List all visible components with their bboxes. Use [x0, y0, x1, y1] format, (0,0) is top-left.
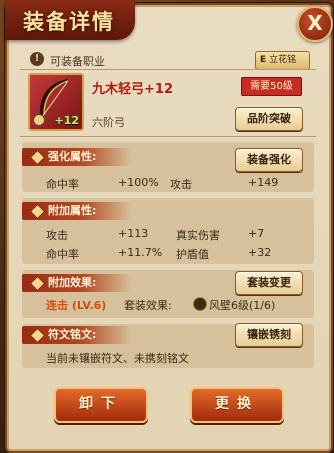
diamond-icon — [29, 149, 46, 166]
stat-value: +11.7% — [118, 246, 163, 259]
page-title: 装备详情 — [23, 9, 115, 34]
exclamation-icon: ! — [30, 52, 44, 66]
equip-strengthen-button[interactable]: 装备强化 — [235, 148, 303, 172]
tier-breakthrough-button[interactable]: 品阶突破 — [235, 107, 303, 131]
item-name: 九木轻弓+12 — [92, 82, 173, 97]
effect-name: 连击 (LV.6) — [46, 299, 107, 312]
item-tier: 六阶弓 — [92, 116, 125, 129]
lock-icon — [33, 114, 45, 126]
stat-name: 命中率 — [46, 178, 79, 191]
close-button[interactable]: X — [297, 6, 333, 42]
runes-description: 当前未镶嵌符文、未携刻铭文 — [46, 352, 189, 365]
level-requirement: 需要50级 — [241, 77, 302, 96]
class-grade: E — [260, 55, 267, 65]
additional-label: 附加属性: — [22, 202, 132, 220]
stat-value: +100% — [118, 176, 159, 189]
set-effect-name: 风壁6级(1/6) — [209, 299, 276, 312]
stat-name: 真实伤害 — [176, 229, 220, 242]
stat-name: 护盾值 — [176, 248, 209, 261]
item-plus: +12 — [54, 114, 79, 127]
stat-value: +149 — [248, 176, 279, 189]
equip-class-label: 可装备职业 — [50, 55, 105, 68]
class-badge: E 立花铭 — [255, 51, 310, 70]
runes-label: 符文铭文: — [22, 326, 132, 344]
diamond-icon — [29, 203, 46, 220]
title-banner: 装备详情 — [5, 0, 135, 40]
item-icon-slot[interactable]: +12 — [28, 73, 84, 131]
set-effect-label: 套装效果: — [124, 299, 172, 312]
set-icon — [193, 297, 207, 311]
stat-value: +113 — [118, 227, 149, 240]
effect-level: (LV.6) — [71, 299, 107, 312]
divider — [20, 136, 316, 137]
strengthen-label: 强化属性: — [22, 148, 132, 166]
effects-label: 附加效果: — [22, 274, 132, 292]
stat-name: 攻击 — [46, 229, 68, 242]
class-name: 立花铭 — [269, 55, 297, 65]
stat-name: 攻击 — [170, 178, 192, 191]
divider — [20, 69, 316, 70]
stat-name: 命中率 — [46, 248, 79, 261]
stat-value: +32 — [248, 246, 272, 259]
unequip-button[interactable]: 卸下 — [54, 387, 148, 423]
stat-value: +7 — [248, 227, 265, 240]
inlay-engrave-button[interactable]: 镶嵌锈刻 — [235, 323, 303, 347]
set-change-button[interactable]: 套装变更 — [235, 271, 303, 295]
replace-button[interactable]: 更换 — [190, 387, 284, 423]
diamond-icon — [29, 275, 46, 292]
diamond-icon — [29, 327, 46, 344]
